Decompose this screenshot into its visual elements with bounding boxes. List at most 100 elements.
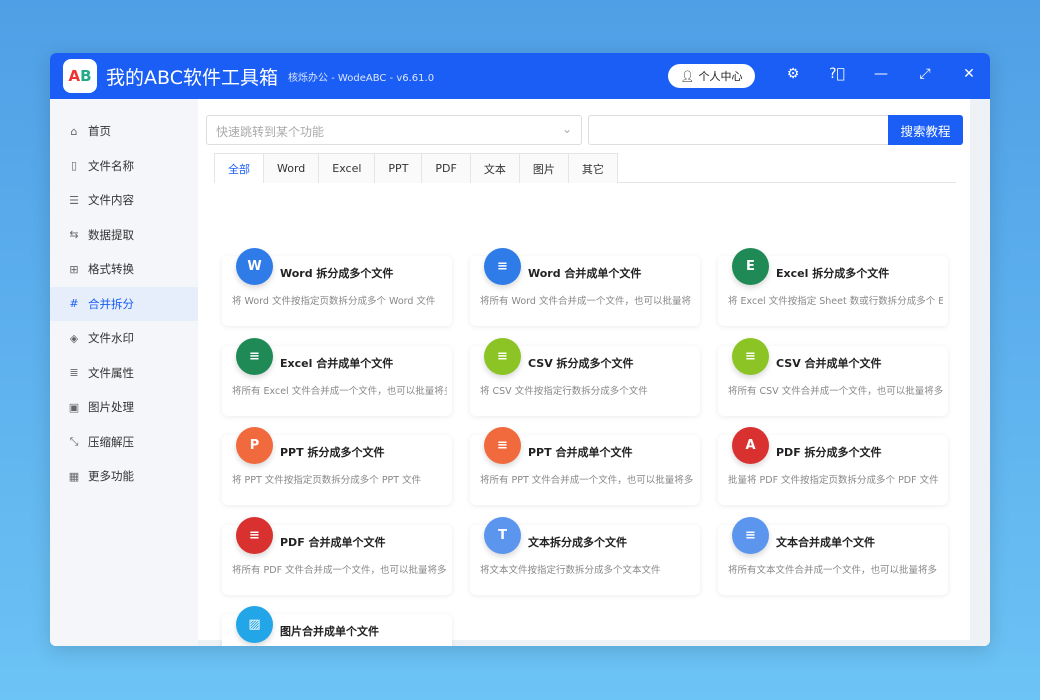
card-title: Word 合并成单个文件 [528,265,641,281]
sidebar-item-label: 压缩解压 [88,434,134,450]
maximize-icon[interactable]: ⤢ [915,66,935,82]
file-tool-icon: ≡ [484,338,521,375]
user-center-button[interactable]: 👤︎个人中心 [668,64,755,88]
sidebar-item[interactable]: ≣ 文件属性 [50,356,198,391]
close-icon[interactable]: ✕ [959,66,979,82]
card-title: 文本合并成单个文件 [776,534,875,550]
file-tool-icon: T [484,517,521,554]
file-tool-icon: ≡ [484,427,521,464]
tab[interactable]: PDF [421,153,470,183]
card-title: PDF 合并成单个文件 [280,534,386,550]
app-subtitle: 核烁办公 - WodeABC - v6.61.0 [288,69,434,84]
tab[interactable]: 图片 [519,153,569,183]
card-title: PPT 合并成单个文件 [528,444,632,460]
function-jump-select[interactable]: 快速跳转到某个功能 ⌄ [206,115,582,145]
sidebar-item-label: 数据提取 [88,227,134,243]
sidebar-item[interactable]: ▯ 文件名称 [50,149,198,184]
main-area: 快速跳转到某个功能⌄ 搜索教程 全部WordExcelPPTPDF文本图片其它 … [198,99,990,646]
sidebar-item-icon: ▯ [68,159,80,172]
card-description: 将 PPT 文件按指定页数拆分成多个 PPT 文件 [232,472,447,486]
sidebar-item-icon: ⌂ [68,125,80,138]
settings-icon[interactable]: ⚙ [783,66,803,82]
card-title: CSV 合并成单个文件 [776,355,882,371]
sidebar-item[interactable]: ▣ 图片处理 [50,390,198,425]
tool-card[interactable]: T文本拆分成多个文件将文本文件按指定行数拆分成多个文本文件 [470,525,700,595]
card-title: Word 拆分成多个文件 [280,265,393,281]
category-tabs: 全部WordExcelPPTPDF文本图片其它 [214,153,956,183]
minimize-icon[interactable]: — [871,66,891,82]
tutorial-search-input[interactable] [588,115,888,145]
tab[interactable]: Excel [318,153,375,183]
card-title: 图片合并成单个文件 [280,623,379,639]
sidebar-item-label: 文件名称 [88,158,134,174]
card-description: 将所有 Excel 文件合并成一个文件，也可以批量将多 [232,383,447,397]
card-description: 将所有 Word 文件合并成一个文件，也可以批量将 [480,293,695,307]
sidebar-item-icon: ▦ [68,470,80,483]
sidebar-item-icon: ≣ [68,366,80,379]
tool-card[interactable]: WWord 拆分成多个文件将 Word 文件按指定页数拆分成多个 Word 文件 [222,256,452,326]
file-tool-icon: A [732,427,769,464]
sidebar-item-label: 首页 [88,123,111,139]
sidebar-item-label: 图片处理 [88,399,134,415]
select-placeholder: 快速跳转到某个功能 [216,125,324,139]
file-tool-icon: W [236,248,273,285]
file-tool-icon: ▨ [236,606,273,643]
sidebar-item-icon: ⊞ [68,263,80,276]
tab[interactable]: 全部 [214,153,264,183]
file-tool-icon: ≡ [484,248,521,285]
tool-card[interactable]: ≡Word 合并成单个文件将所有 Word 文件合并成一个文件，也可以批量将 [470,256,700,326]
sidebar-item-icon: # [68,297,80,310]
sidebar-item-icon: ▣ [68,401,80,414]
card-description: 将所有 PDF 文件合并成一个文件，也可以批量将多 [232,562,447,576]
card-description: 将 CSV 文件按指定行数拆分成多个文件 [480,383,695,397]
sidebar-item[interactable]: # 合并拆分 [50,287,198,322]
sidebar-item-label: 更多功能 [88,468,134,484]
card-title: 文本拆分成多个文件 [528,534,627,550]
sidebar-item[interactable]: ⊞ 格式转换 [50,252,198,287]
search-tutorial-button[interactable]: 搜索教程 [888,115,963,145]
card-description: 将文本文件按指定行数拆分成多个文本文件 [480,562,695,576]
card-title: PDF 拆分成多个文件 [776,444,882,460]
tab[interactable]: Word [263,153,319,183]
sidebar-item[interactable]: ⌂ 首页 [50,114,198,149]
sidebar-item-label: 格式转换 [88,261,134,277]
help-icon[interactable]: ?⃝ [827,66,847,82]
sidebar-item-icon: ⇆ [68,228,80,241]
tool-card[interactable]: ≡文本合并成单个文件将所有文本文件合并成一个文件，也可以批量将多 [718,525,948,595]
sidebar-item-label: 合并拆分 [88,296,134,312]
user-icon: 👤︎ [681,70,695,83]
file-tool-icon: ≡ [732,338,769,375]
sidebar-item-label: 文件水印 [88,330,134,346]
tool-card[interactable]: EExcel 拆分成多个文件将 Excel 文件按指定 Sheet 数或行数拆分… [718,256,948,326]
tool-card[interactable]: PPPT 拆分成多个文件将 PPT 文件按指定页数拆分成多个 PPT 文件 [222,435,452,505]
tab[interactable]: PPT [374,153,422,183]
card-description: 批量将 PDF 文件按指定页数拆分成多个 PDF 文件 [728,472,943,486]
tool-card[interactable]: ▨图片合并成单个文件将所有图片合并成一个文件，也可以批量将多个文 [222,614,452,646]
app-logo: AB [63,59,97,93]
sidebar-item-icon: ⤡ [68,435,80,449]
card-description: 将所有文本文件合并成一个文件，也可以批量将多 [728,562,943,576]
tool-card[interactable]: ≡PDF 合并成单个文件将所有 PDF 文件合并成一个文件，也可以批量将多 [222,525,452,595]
sidebar-item[interactable]: ◈文件水印 [50,321,198,356]
sidebar-item[interactable]: ▦ 更多功能 [50,459,198,494]
file-tool-icon: E [732,248,769,285]
tab[interactable]: 文本 [470,153,520,183]
tool-card[interactable]: APDF 拆分成多个文件批量将 PDF 文件按指定页数拆分成多个 PDF 文件 [718,435,948,505]
file-tool-icon: ≡ [236,517,273,554]
chevron-down-icon: ⌄ [562,122,572,136]
tab[interactable]: 其它 [568,153,618,183]
sidebar-item[interactable]: ⇆ 数据提取 [50,218,198,253]
sidebar-item[interactable]: ⤡ 压缩解压 [50,425,198,460]
card-description: 将 Excel 文件按指定 Sheet 数或行数拆分成多个 Ex [728,293,943,307]
tool-card[interactable]: ≡PPT 合并成单个文件将所有 PPT 文件合并成一个文件，也可以批量将多 [470,435,700,505]
sidebar-item-label: 文件属性 [88,365,134,381]
tool-card[interactable]: ≡CSV 拆分成多个文件将 CSV 文件按指定行数拆分成多个文件 [470,346,700,416]
sidebar: ⌂ 首页 ▯ 文件名称 ☰文件内容 ⇆ 数据提取 ⊞ 格式转换 # 合并拆分 ◈文件水印 ≣ 文件属性 ▣ 图… [50,99,198,646]
file-tool-icon: P [236,427,273,464]
card-title: PPT 拆分成多个文件 [280,444,384,460]
app-title: 我的ABC软件工具箱 [106,63,278,90]
app-window: AB 我的ABC软件工具箱 核烁办公 - WodeABC - v6.61.0 👤… [50,53,990,646]
tool-card[interactable]: ≡CSV 合并成单个文件将所有 CSV 文件合并成一个文件，也可以批量将多 [718,346,948,416]
sidebar-item[interactable]: ☰文件内容 [50,183,198,218]
tool-card[interactable]: ≡Excel 合并成单个文件将所有 Excel 文件合并成一个文件，也可以批量将… [222,346,452,416]
